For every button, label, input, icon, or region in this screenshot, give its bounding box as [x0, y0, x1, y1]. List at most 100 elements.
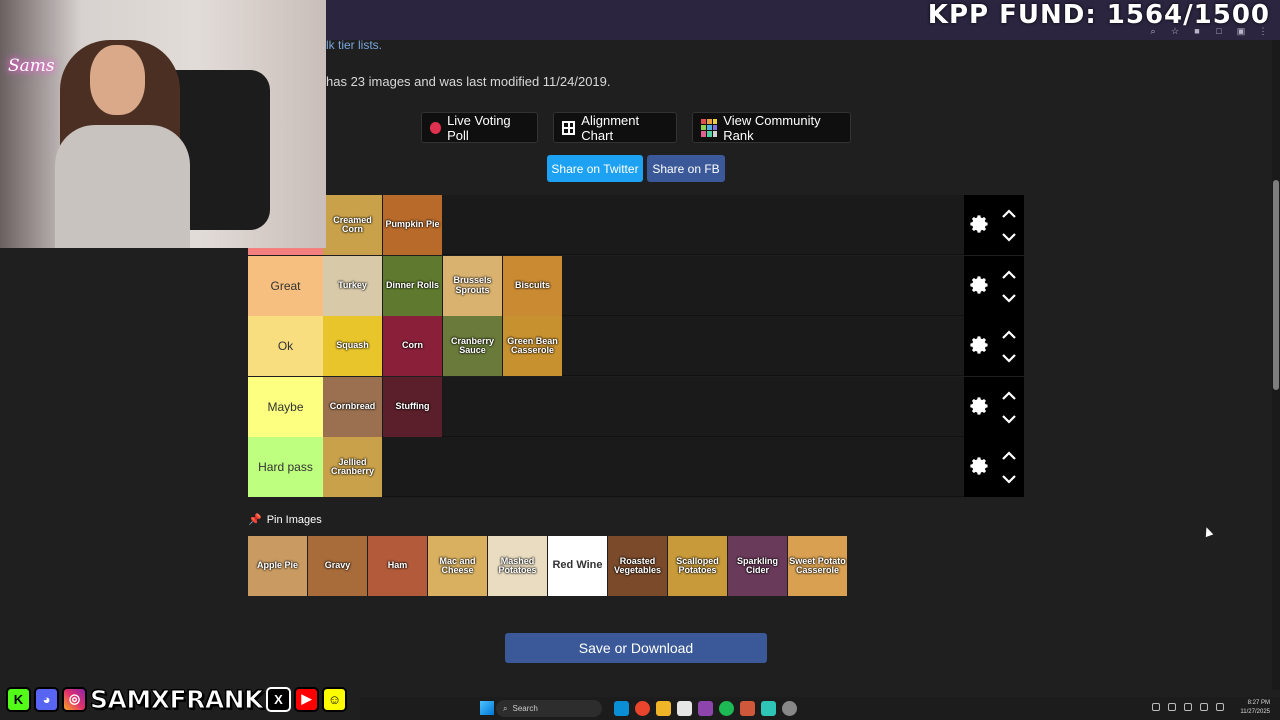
webcam-overlay: Sams — [0, 0, 326, 248]
tray-icon[interactable] — [1184, 703, 1192, 711]
chevron-up-icon[interactable] — [1000, 268, 1018, 280]
tier-label[interactable]: Ok — [248, 316, 323, 376]
clock-time: 8:27 PM — [1247, 700, 1270, 706]
tier-row: Great Turkey Dinner Rolls Brussels Sprouts B… — [248, 255, 1024, 316]
pin-image-tile[interactable]: Apple Pie — [248, 536, 307, 596]
store-icon[interactable] — [677, 701, 692, 716]
food-image-tile[interactable]: Green Bean Casserole — [503, 316, 562, 376]
windows-taskbar: ⌕ Search 8:27 PM 11/27/2025 — [360, 697, 1280, 720]
chevron-up-icon[interactable] — [1000, 207, 1018, 219]
x-icon: X — [265, 686, 291, 712]
pin-image-tile[interactable]: Roasted Vegetables — [608, 536, 667, 596]
tier-controls — [964, 255, 1024, 316]
food-image-tile[interactable]: Stuffing — [383, 376, 442, 437]
pin-image-tile[interactable]: Scalloped Potatoes — [668, 536, 727, 596]
live-voting-poll-button[interactable]: Live Voting Poll — [421, 112, 538, 143]
food-image-tile[interactable]: Biscuits — [503, 255, 562, 316]
browser-app-icon[interactable] — [740, 701, 755, 716]
chevron-down-icon[interactable] — [1000, 412, 1018, 424]
alignment-chart-button[interactable]: Alignment Chart — [553, 112, 677, 143]
chrome-icon[interactable] — [635, 701, 650, 716]
spotify-icon[interactable] — [719, 701, 734, 716]
chevron-up-icon[interactable] — [1000, 449, 1018, 461]
live-voting-poll-label: Live Voting Poll — [447, 112, 511, 143]
food-image-tile[interactable]: Squash — [323, 316, 382, 376]
pin-image-tile[interactable]: Ham — [368, 536, 427, 596]
share-fb-button[interactable]: Share on FB — [647, 155, 725, 182]
pin-image-tile[interactable]: Gravy — [308, 536, 367, 596]
windows-start-icon[interactable] — [480, 701, 494, 715]
edge-icon[interactable] — [614, 701, 629, 716]
settings-icon[interactable] — [782, 701, 797, 716]
food-image-tile[interactable]: Jellied Cranberry — [323, 437, 382, 497]
chevron-up-icon[interactable] — [1000, 389, 1018, 401]
discord-icon: ◕ — [34, 686, 59, 712]
tier-grid-icon — [701, 118, 718, 137]
food-image-tile[interactable]: Pumpkin Pie — [383, 195, 442, 255]
gear-icon[interactable] — [968, 395, 990, 417]
gear-icon[interactable] — [968, 334, 990, 356]
tier-label[interactable]: Great — [248, 255, 323, 316]
gear-icon[interactable] — [968, 274, 990, 296]
food-image-tile[interactable]: Dinner Rolls — [383, 255, 442, 316]
tray-icon[interactable] — [1168, 703, 1176, 711]
pin-image-tile[interactable]: Mac and Cheese — [428, 536, 487, 596]
clock-date: 11/27/2025 — [1240, 709, 1270, 715]
tier-label[interactable]: Hard pass — [248, 437, 323, 497]
food-image-tile[interactable]: Cornbread — [323, 376, 382, 437]
pin-image-tile[interactable]: Sweet Potato Casserole — [788, 536, 847, 596]
neon-sign: Sams — [8, 56, 55, 76]
taskbar-search-placeholder: Search — [512, 704, 538, 713]
pin-image-tile[interactable]: Sparkling Cider — [728, 536, 787, 596]
tier-items-dropzone[interactable]: Cornbread Stuffing — [323, 376, 964, 437]
chevron-down-icon[interactable] — [1000, 351, 1018, 363]
view-community-rank-label: View Community Rank — [723, 112, 821, 143]
view-community-rank-button[interactable]: View Community Rank — [692, 112, 851, 143]
fund-counter: KPP FUND: 1564/1500 — [927, 0, 1270, 30]
tier-row: Ok Squash Corn Cranberry Sauce Green Bean Ca… — [248, 316, 1024, 376]
system-tray — [1152, 703, 1224, 711]
pin-images-row: Apple Pie Gravy Ham Mac and Cheese Mashed Po… — [248, 536, 848, 596]
tier-label[interactable]: Maybe — [248, 376, 323, 437]
chevron-down-icon[interactable] — [1000, 291, 1018, 303]
youtube-icon: ▶ — [293, 686, 319, 712]
app-icon[interactable] — [761, 701, 776, 716]
volume-icon[interactable] — [1216, 703, 1224, 711]
tier-controls — [964, 437, 1024, 497]
food-image-tile[interactable]: Corn — [383, 316, 442, 376]
screen: ⌕ ☆ ■ □ ▣ ⋮ lk tier lists. has 23 images… — [0, 0, 1280, 720]
pin-image-tile[interactable]: Mashed Potatoes — [488, 536, 547, 596]
food-image-tile[interactable]: Turkey — [323, 255, 382, 316]
streamer-handle: SAMXFRANK — [90, 684, 264, 714]
chevron-down-icon[interactable] — [1000, 230, 1018, 242]
file-explorer-icon[interactable] — [656, 701, 671, 716]
taskbar-clock[interactable]: 8:27 PM 11/27/2025 — [1240, 699, 1270, 717]
network-icon[interactable] — [1200, 703, 1208, 711]
save-download-button[interactable]: Save or Download — [505, 633, 767, 663]
food-image-tile[interactable]: Brussels Sprouts — [443, 255, 502, 316]
tier-items-dropzone[interactable]: Turkey Dinner Rolls Brussels Sprouts Biscui… — [323, 255, 964, 316]
chevron-up-icon[interactable] — [1000, 328, 1018, 340]
gear-icon[interactable] — [968, 213, 990, 235]
pin-image-tile[interactable]: Red Wine — [548, 536, 607, 596]
tier-lists-link[interactable]: lk tier lists. — [326, 38, 382, 52]
tier-items-dropzone[interactable]: Creamed Corn Pumpkin Pie — [323, 195, 964, 255]
food-image-tile[interactable]: Cranberry Sauce — [443, 316, 502, 376]
tier-row: Hard pass Jellied Cranberry — [248, 437, 1024, 497]
discord-app-icon[interactable] — [698, 701, 713, 716]
list-info-text: has 23 images and was last modified 11/2… — [326, 74, 611, 89]
scrollbar-thumb[interactable] — [1273, 180, 1279, 390]
tray-icon[interactable] — [1152, 703, 1160, 711]
food-image-tile[interactable]: Creamed Corn — [323, 195, 382, 255]
social-bar: K ◕ ◎ SAMXFRANK X ▶ ☺ — [6, 684, 347, 714]
search-icon: ⌕ — [503, 703, 508, 713]
gear-icon[interactable] — [968, 455, 990, 477]
chevron-down-icon[interactable] — [1000, 472, 1018, 484]
tier-row: Creamed Corn Pumpkin Pie — [248, 195, 1024, 255]
pin-images-header: 📌 Pin Images — [248, 513, 322, 527]
scrollbar[interactable] — [1272, 40, 1280, 690]
tier-items-dropzone[interactable]: Jellied Cranberry — [323, 437, 964, 497]
tier-items-dropzone[interactable]: Squash Corn Cranberry Sauce Green Bean Cass… — [323, 316, 964, 376]
taskbar-search[interactable]: ⌕ Search — [496, 700, 602, 717]
share-twitter-button[interactable]: Share on Twitter — [547, 155, 643, 182]
